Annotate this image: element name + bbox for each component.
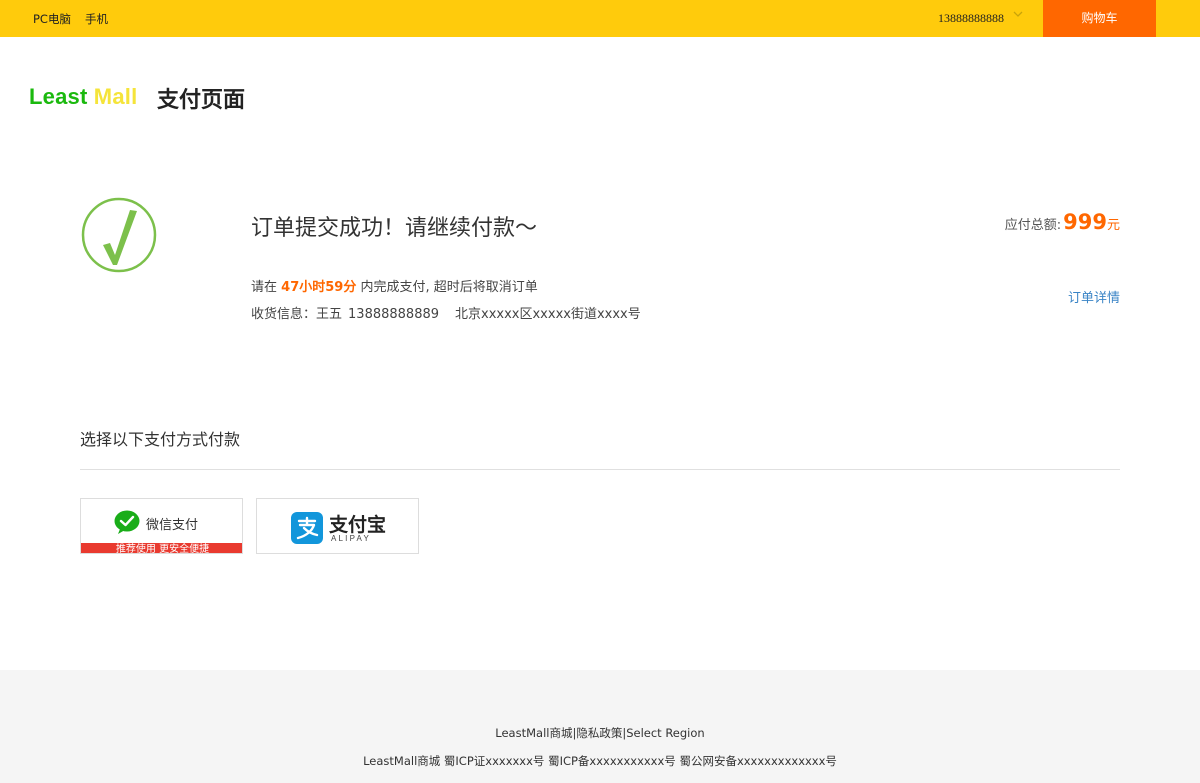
cart-button[interactable]: 购物车 bbox=[1043, 0, 1156, 37]
divider bbox=[80, 469, 1120, 470]
receiver-label: 收货信息： bbox=[251, 307, 317, 322]
payment-countdown: 请在 47小时59分 内完成支付, 超时后将取消订单 bbox=[251, 276, 538, 295]
receiver-info: 收货信息：王五 13888888889 北京xxxxx区xxxxx街道xxxx号 bbox=[251, 303, 647, 322]
countdown-prefix: 请在 bbox=[251, 280, 278, 295]
alipay-label: 支付宝 bbox=[329, 514, 387, 536]
order-success-title: 订单提交成功！请继续付款～ bbox=[251, 216, 538, 241]
receiver-name: 王五 bbox=[316, 307, 343, 322]
logo[interactable]: Least Mall bbox=[29, 84, 137, 110]
countdown-suffix: 内完成支付, 超时后将取消订单 bbox=[360, 280, 538, 295]
chevron-down-icon[interactable] bbox=[1013, 9, 1023, 19]
success-check-icon bbox=[81, 197, 157, 273]
order-detail-link[interactable]: 订单详情 bbox=[1068, 287, 1120, 306]
countdown-time: 47小时59分 bbox=[281, 280, 357, 295]
order-amount: 应付总额:999元 bbox=[1005, 210, 1120, 234]
amount-value: 999 bbox=[1063, 210, 1107, 234]
footer-link-store[interactable]: LeastMall商城 bbox=[495, 726, 572, 740]
receiver-phone: 13888888889 bbox=[348, 307, 440, 322]
top-link-pc[interactable]: PC电脑 bbox=[33, 11, 71, 27]
page-title: 支付页面 bbox=[157, 88, 246, 113]
alipay-icon bbox=[291, 512, 323, 544]
alipay-sublabel: ALIPAY bbox=[331, 534, 372, 543]
receiver-address: 北京xxxxx区xxxxx街道xxxx号 bbox=[455, 307, 641, 322]
footer-link-privacy[interactable]: 隐私政策 bbox=[576, 726, 622, 740]
footer-links: LeastMall商城|隐私政策|Select Region bbox=[0, 725, 1200, 741]
logo-text-mall: Mall bbox=[93, 84, 138, 109]
payment-heading: 选择以下支付方式付款 bbox=[80, 430, 241, 449]
wechat-pay-label: 微信支付 bbox=[146, 518, 199, 533]
top-bar: PC电脑 手机 13888888888 购物车 bbox=[0, 0, 1200, 37]
top-link-phone[interactable]: 手机 bbox=[85, 11, 108, 27]
amount-unit: 元 bbox=[1106, 218, 1120, 233]
amount-label: 应付总额: bbox=[1004, 218, 1062, 233]
footer: LeastMall商城|隐私政策|Select Region LeastMall… bbox=[0, 670, 1200, 783]
alipay-button[interactable]: 支付宝 ALIPAY bbox=[256, 498, 419, 554]
user-account[interactable]: 13888888888 bbox=[938, 11, 1004, 26]
footer-icp: LeastMall商城 蜀ICP证xxxxxxx号 蜀ICP备xxxxxxxxx… bbox=[363, 754, 837, 768]
wechat-icon bbox=[114, 510, 140, 534]
footer-link-region[interactable]: Select Region bbox=[626, 726, 705, 740]
wechat-recommend-badge: 推荐使用 更安全便捷 bbox=[81, 543, 242, 553]
wechat-pay-button[interactable]: 微信支付 推荐使用 更安全便捷 bbox=[80, 498, 243, 554]
logo-text-least: Least bbox=[29, 84, 88, 109]
